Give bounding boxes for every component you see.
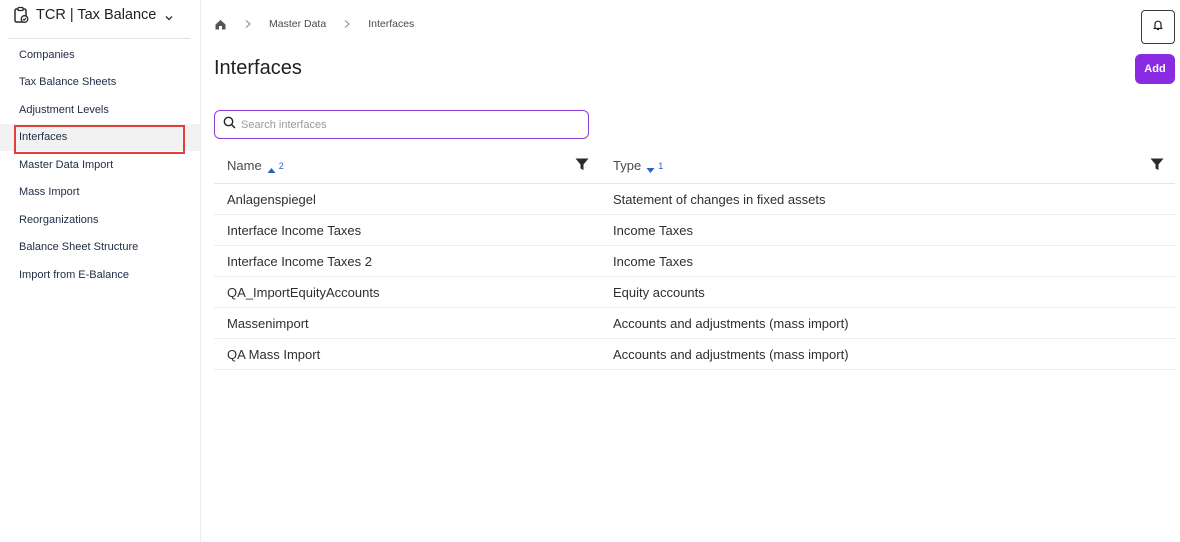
sort-rank: 1: [658, 160, 664, 171]
column-header-type[interactable]: Type 1: [613, 147, 663, 184]
home-icon[interactable]: [214, 18, 227, 31]
sidebar: TCR | Tax Balance Companies Tax Balance …: [0, 0, 201, 542]
app-title: TCR | Tax Balance: [36, 7, 157, 23]
search-icon: [223, 116, 236, 134]
sidebar-item-mass-import[interactable]: Mass Import: [0, 179, 200, 207]
sidebar-item-companies[interactable]: Companies: [0, 41, 200, 69]
sidebar-item-label: Balance Sheet Structure: [19, 241, 139, 254]
cell-name: Interface Income Taxes: [227, 223, 362, 238]
add-button[interactable]: Add: [1135, 54, 1175, 84]
sidebar-item-label: Import from E-Balance: [19, 268, 130, 281]
table-row[interactable]: QA Mass Import Accounts and adjustments …: [214, 339, 1175, 370]
chevron-right-icon: [244, 19, 252, 29]
page-title: Interfaces: [214, 57, 302, 79]
search-input[interactable]: [241, 118, 571, 131]
sidebar-item-label: Adjustment Levels: [19, 103, 109, 116]
sidebar-item-reorganizations[interactable]: Reorganizations: [0, 206, 200, 234]
cell-name: Interface Income Taxes 2: [227, 254, 373, 269]
sidebar-item-label: Companies: [19, 48, 75, 61]
chevron-right-icon: [343, 19, 351, 29]
sidebar-nav: Companies Tax Balance Sheets Adjustment …: [0, 41, 200, 289]
sidebar-item-label: Interfaces: [19, 131, 68, 144]
sort-indicator: 2: [267, 160, 284, 173]
breadcrumb: Master Data Interfaces: [214, 14, 414, 34]
cell-name: QA_ImportEquityAccounts: [227, 285, 380, 300]
sidebar-item-label: Mass Import: [19, 186, 80, 199]
notifications-button[interactable]: [1141, 10, 1175, 44]
filter-icon[interactable]: [1150, 158, 1164, 171]
filter-icon[interactable]: [575, 158, 589, 171]
sort-descending-icon: [646, 162, 655, 173]
cell-type: Accounts and adjustments (mass import): [613, 347, 849, 362]
table-row[interactable]: Anlagenspiegel Statement of changes in f…: [214, 184, 1175, 215]
table-row[interactable]: QA_ImportEquityAccounts Equity accounts: [214, 277, 1175, 308]
chevron-down-icon: [164, 10, 174, 21]
breadcrumb-interfaces: Interfaces: [368, 18, 415, 30]
sidebar-divider: [8, 38, 190, 39]
sidebar-item-master-data-import[interactable]: Master Data Import: [0, 151, 200, 179]
column-header-label: Type: [613, 158, 642, 173]
clipboard-check-icon: [12, 6, 30, 24]
sidebar-item-label: Master Data Import: [19, 158, 114, 171]
interfaces-table: Name 2 Type 1 Anlagenspiegel Statement o…: [214, 147, 1175, 370]
breadcrumb-master-data[interactable]: Master Data: [269, 18, 326, 30]
cell-type: Income Taxes: [613, 223, 693, 238]
table-row[interactable]: Massenimport Accounts and adjustments (m…: [214, 308, 1175, 339]
column-header-name[interactable]: Name 2: [227, 147, 284, 184]
sidebar-item-balance-sheet-structure[interactable]: Balance Sheet Structure: [0, 234, 200, 262]
sidebar-item-interfaces[interactable]: Interfaces: [0, 123, 200, 151]
cell-type: Accounts and adjustments (mass import): [613, 316, 849, 331]
sidebar-item-adjustment-levels[interactable]: Adjustment Levels: [0, 96, 200, 124]
bell-icon: [1152, 18, 1164, 36]
table-header: Name 2 Type 1: [214, 147, 1175, 184]
sidebar-item-label: Reorganizations: [19, 213, 99, 226]
sort-rank: 2: [278, 160, 284, 171]
column-header-label: Name: [227, 158, 262, 173]
table-row[interactable]: Interface Income Taxes Income Taxes: [214, 215, 1175, 246]
cell-type: Equity accounts: [613, 285, 705, 300]
sort-indicator: 1: [646, 160, 664, 173]
search-box[interactable]: [214, 110, 589, 139]
sidebar-item-tax-balance-sheets[interactable]: Tax Balance Sheets: [0, 69, 200, 97]
app-switcher[interactable]: TCR | Tax Balance: [12, 4, 174, 26]
table-row[interactable]: Interface Income Taxes 2 Income Taxes: [214, 246, 1175, 277]
sidebar-item-label: Tax Balance Sheets: [19, 76, 117, 89]
cell-name: Anlagenspiegel: [227, 192, 316, 207]
cell-type: Income Taxes: [613, 254, 693, 269]
cell-type: Statement of changes in fixed assets: [613, 192, 826, 207]
cell-name: Massenimport: [227, 316, 309, 331]
sort-ascending-icon: [267, 162, 276, 173]
cell-name: QA Mass Import: [227, 347, 321, 362]
sidebar-item-import-from-e-balance[interactable]: Import from E-Balance: [0, 261, 200, 289]
